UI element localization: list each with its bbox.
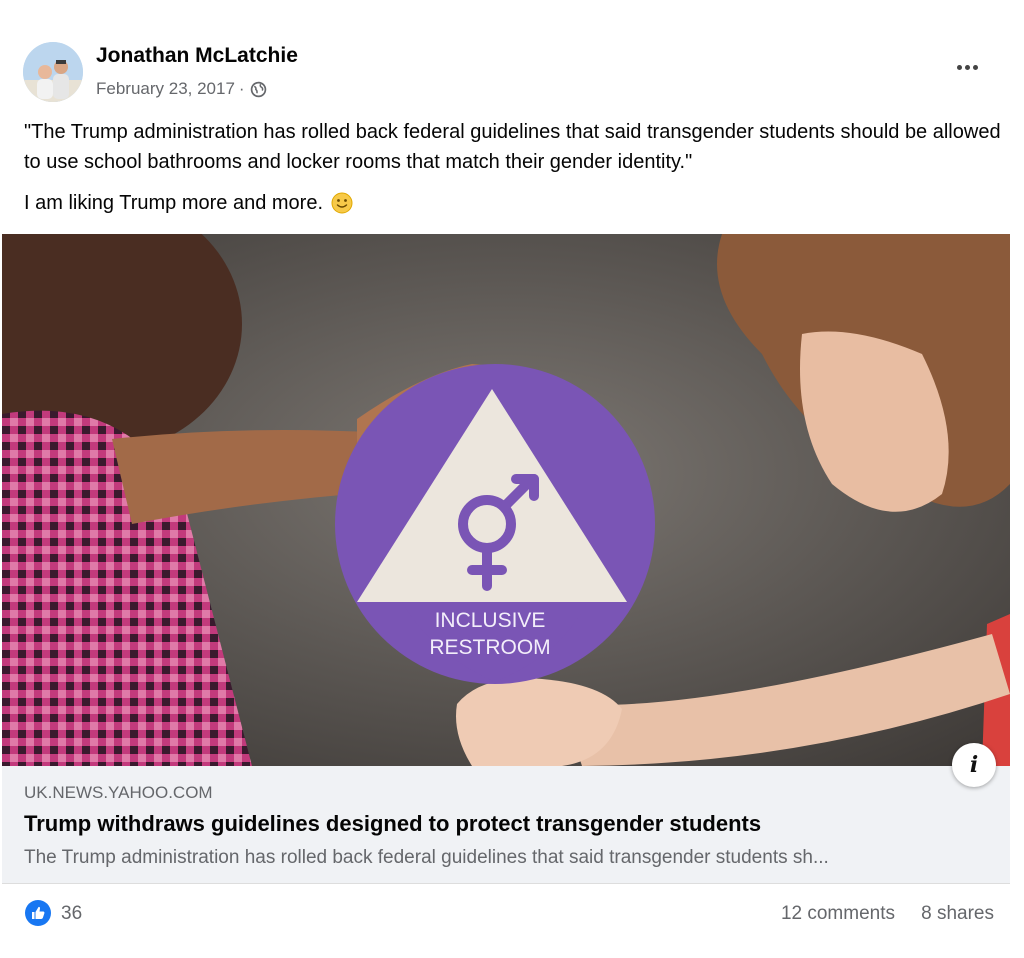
comments-count[interactable]: 12 comments [781, 903, 895, 925]
inclusive-restroom-photo: INCLUSIVE RESTROOM [2, 234, 1010, 766]
post-text-quote: "The Trump administration has rolled bac… [24, 121, 1001, 173]
reactions-count[interactable]: 36 [61, 903, 82, 925]
shares-count[interactable]: 8 shares [921, 903, 994, 925]
post-text-comment: I am liking Trump more and more. [24, 192, 323, 214]
sign-text-line2: RESTROOM [429, 636, 550, 659]
more-options-icon[interactable] [952, 55, 982, 79]
link-preview-meta[interactable]: UK.NEWS.YAHOO.COM Trump withdraws guidel… [2, 766, 1010, 884]
author-name[interactable]: Jonathan McLatchie [96, 44, 298, 68]
avatar-photo [23, 42, 83, 102]
smiley-emoji-icon [331, 192, 353, 214]
link-preview-image[interactable]: INCLUSIVE RESTROOM [2, 234, 1010, 766]
link-title[interactable]: Trump withdraws guidelines designed to p… [24, 811, 761, 837]
thumbs-up-icon[interactable] [25, 900, 51, 926]
engagement-bar: 36 12 comments 8 shares [0, 894, 1024, 934]
facebook-post: Jonathan McLatchie February 23, 2017 · "… [0, 0, 1024, 958]
post-date[interactable]: February 23, 2017 [96, 79, 235, 99]
author-avatar[interactable] [23, 42, 83, 102]
post-meta: February 23, 2017 · [96, 79, 267, 99]
meta-separator: · [238, 79, 245, 98]
globe-icon[interactable] [250, 81, 267, 98]
link-preview-card[interactable]: INCLUSIVE RESTROOM i UK.NEWS.YAHOO.COM T… [2, 234, 1010, 884]
info-icon[interactable]: i [952, 743, 996, 787]
sign-text-line1: INCLUSIVE [435, 609, 546, 632]
link-domain: UK.NEWS.YAHOO.COM [24, 783, 213, 802]
post-text-comment-row: I am liking Trump more and more. [24, 188, 353, 218]
link-description: The Trump administration has rolled back… [24, 847, 829, 868]
